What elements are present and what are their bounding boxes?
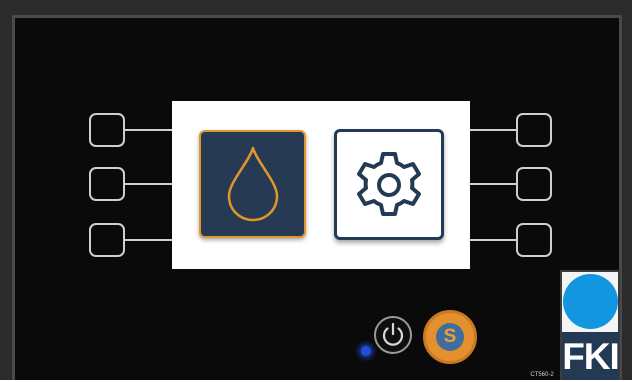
status-led xyxy=(361,346,371,356)
power-button[interactable] xyxy=(374,316,412,354)
brand-logo-text: FKI xyxy=(562,332,620,380)
power-icon xyxy=(382,322,404,346)
right-key-connector-3 xyxy=(470,239,517,241)
left-key-connector-2 xyxy=(125,183,172,185)
left-soft-key-3[interactable] xyxy=(89,223,125,257)
left-soft-key-2[interactable] xyxy=(89,167,125,201)
left-key-connector-1 xyxy=(125,129,172,131)
left-soft-key-1[interactable] xyxy=(89,113,125,147)
right-soft-key-3[interactable] xyxy=(516,223,552,257)
right-soft-key-1[interactable] xyxy=(516,113,552,147)
settings-menu-tile[interactable] xyxy=(334,129,444,240)
start-button-label: S xyxy=(436,323,464,351)
right-key-connector-1 xyxy=(470,129,517,131)
oil-menu-tile[interactable] xyxy=(199,130,306,238)
right-soft-key-2[interactable] xyxy=(516,167,552,201)
left-key-connector-3 xyxy=(125,239,172,241)
gear-icon xyxy=(357,151,421,216)
model-label: CT560-2 xyxy=(527,371,557,380)
oil-drop-icon xyxy=(227,146,278,222)
brand-dot xyxy=(563,274,618,329)
right-key-connector-2 xyxy=(470,183,517,185)
start-button[interactable]: S xyxy=(423,310,477,364)
